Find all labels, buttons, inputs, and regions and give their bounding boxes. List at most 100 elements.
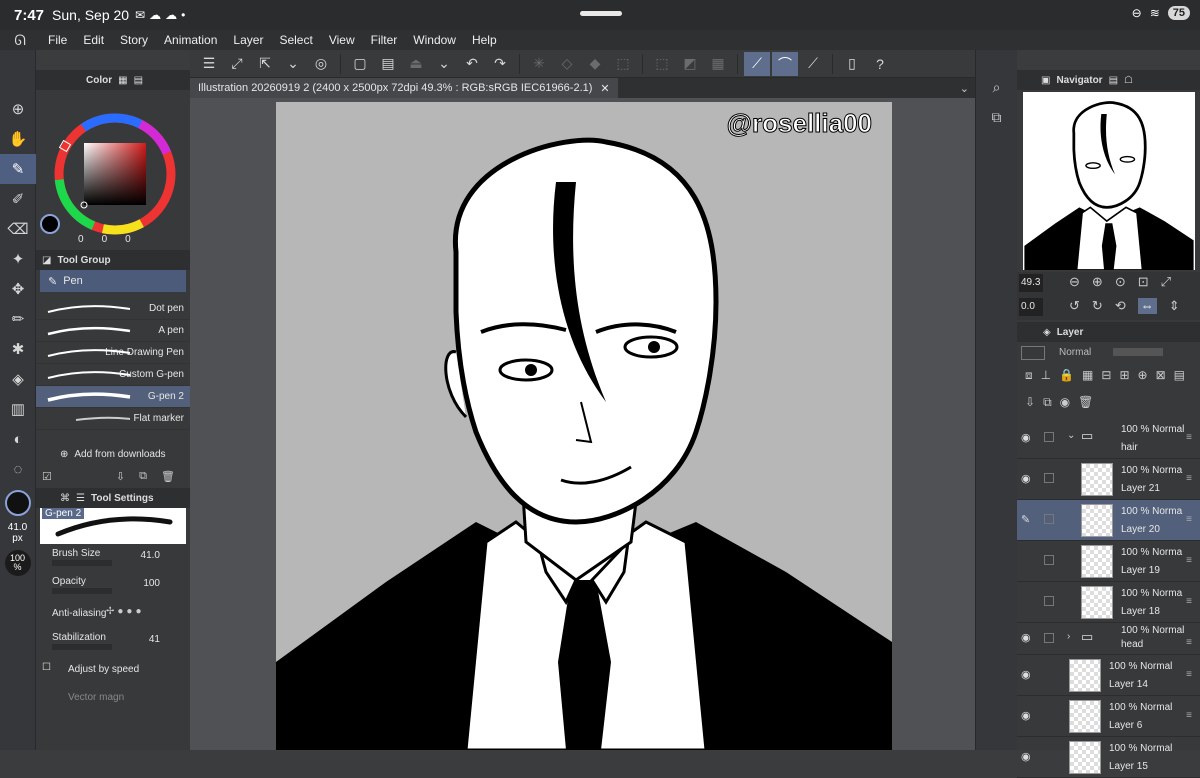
duplicate-icon[interactable]: ⧉	[139, 470, 147, 483]
layer-checkbox[interactable]	[1044, 555, 1054, 565]
layer-color-swatch[interactable]	[1021, 346, 1045, 360]
flip-vertical-icon[interactable]: ⇕	[1169, 298, 1180, 314]
hamburger-menu-icon[interactable]: ☰	[196, 52, 222, 76]
help-icon[interactable]: ?	[867, 52, 893, 76]
rotate-right-icon[interactable]: ↻	[1092, 298, 1103, 314]
layer-row-layer-15[interactable]: ◉ 100 % Normal Layer 15	[1017, 737, 1200, 778]
layer-menu-icon[interactable]: ≡	[1186, 473, 1192, 484]
current-tool-pen[interactable]: ✎ Pen	[40, 270, 186, 292]
download-icon[interactable]: ⇩	[116, 470, 125, 483]
fit-icon[interactable]: ⊙	[1115, 274, 1126, 290]
merge-icon[interactable]: ⧉	[1043, 395, 1052, 414]
fill-tool-icon[interactable]: ◈	[0, 364, 36, 394]
layer-menu-icon[interactable]: ≡	[1186, 514, 1192, 525]
link-icon[interactable]: ⌘	[60, 493, 70, 504]
layer-menu-icon[interactable]: ≡	[1186, 637, 1192, 648]
redo-icon[interactable]: ↷	[487, 52, 513, 76]
opacity-indicator[interactable]: 100%	[4, 550, 32, 576]
brush-tool-icon[interactable]: ✐	[0, 184, 36, 214]
rotation-field[interactable]: 0.0	[1019, 298, 1043, 316]
pen-tool-icon[interactable]: ✎	[0, 154, 36, 184]
gradient-tool-icon[interactable]: ▥	[0, 394, 36, 424]
layer-opacity-slider[interactable]	[1113, 348, 1163, 356]
eraser-tool-icon[interactable]: ⌫	[0, 214, 36, 244]
visibility-eye-icon[interactable]: ◉	[1021, 431, 1031, 444]
opacity-row[interactable]: Opacity 100	[36, 572, 190, 600]
mask-add-icon[interactable]: ◉	[1060, 395, 1070, 414]
ruler-icon[interactable]: ⊞	[1119, 368, 1129, 387]
layer-row-layer-14[interactable]: ◉ 100 % Normal Layer 14 ≡	[1017, 655, 1200, 696]
sub-view-tab-icon[interactable]: ▤	[1109, 75, 1118, 86]
layer-row-layer-6[interactable]: ◉ 100 % Normal Layer 6 ≡	[1017, 696, 1200, 737]
sub-tool-flat-marker[interactable]: Flat marker	[36, 408, 190, 430]
save-icon[interactable]: ⏏	[403, 52, 429, 76]
canvas-workspace[interactable]: @rosellia00	[190, 98, 975, 750]
multitask-handle[interactable]	[580, 11, 622, 16]
menu-edit[interactable]: Edit	[75, 33, 112, 47]
app-logo-icon[interactable]: ᘏ	[0, 32, 40, 49]
edit-pencil-icon[interactable]: ✎	[1021, 513, 1030, 526]
vector-magnet-row[interactable]: Vector magn	[36, 684, 190, 712]
brush-size-row[interactable]: Brush Size 41.0	[36, 544, 190, 572]
new-folder-icon[interactable]: ▤	[1174, 368, 1185, 387]
layer-menu-icon[interactable]: ≡	[1186, 669, 1192, 680]
transfer-down-icon[interactable]: ⇩	[1025, 395, 1035, 414]
menu-story[interactable]: Story	[112, 33, 156, 47]
move-tool-icon[interactable]: ✥	[0, 274, 36, 304]
sub-tool-dot-pen[interactable]: Dot pen	[36, 298, 190, 320]
visibility-eye-icon[interactable]: ◉	[1021, 631, 1031, 644]
blend-tool-icon[interactable]: ◐	[0, 424, 36, 454]
new-file-icon[interactable]: ▢	[347, 52, 373, 76]
brush-size-slider[interactable]	[52, 560, 112, 566]
visibility-eye-icon[interactable]: ◉	[1021, 709, 1031, 722]
trash-icon[interactable]: 🗑	[161, 470, 175, 483]
visibility-eye-icon[interactable]: ◉	[1021, 472, 1031, 485]
layer-row-layer-20[interactable]: ✎ 100 % Norma Layer 20 ≡	[1017, 500, 1200, 541]
sub-tool-a-pen[interactable]: A pen	[36, 320, 190, 342]
stabilization-row[interactable]: Stabilization 41	[36, 628, 190, 656]
transform-icon[interactable]: ⬚	[610, 52, 636, 76]
sub-tool-custom-g-pen[interactable]: Custom G-pen	[36, 364, 190, 386]
snap-grid-icon[interactable]: ⟋	[800, 52, 826, 76]
clear-icon[interactable]: ◇	[554, 52, 580, 76]
menu-help[interactable]: Help	[464, 33, 505, 47]
layer-row-layer-18[interactable]: 100 % Norma Layer 18 ≡	[1017, 582, 1200, 623]
layer-checkbox[interactable]	[1044, 596, 1054, 606]
snap-ruler-icon[interactable]: ⟋	[744, 51, 770, 76]
layer-checkbox[interactable]	[1044, 473, 1054, 483]
zoom-tool-icon[interactable]: ⊕	[0, 94, 36, 124]
visibility-eye-icon[interactable]: ◉	[1021, 668, 1031, 681]
history-tab-icon[interactable]: ▤	[134, 75, 143, 86]
clip-studio-icon[interactable]: ◎	[308, 52, 334, 76]
layer-row-folder-head[interactable]: ◉ › ▭ 100 % Normal head ≡	[1017, 623, 1200, 655]
navigator-preview[interactable]	[1023, 92, 1195, 270]
menu-file[interactable]: File	[40, 33, 75, 47]
layer-row-layer-19[interactable]: 100 % Norma Layer 19 ≡	[1017, 541, 1200, 582]
chevron-down-icon[interactable]: ⌄	[1067, 430, 1075, 441]
layer-checkbox[interactable]	[1044, 432, 1054, 442]
deselect-icon[interactable]: ⬚	[649, 52, 675, 76]
lock-icon[interactable]: 🔒	[1059, 368, 1074, 387]
invert-selection-icon[interactable]: ◩	[677, 52, 703, 76]
brush-size-field[interactable]: 41.0	[141, 550, 160, 561]
anti-aliasing-options[interactable]: ✢●●●	[106, 606, 145, 617]
layer-row-folder-hair[interactable]: ◉ ⌄ ▭ 100 % Normal hair ≡	[1017, 418, 1200, 459]
layer-menu-icon[interactable]: ≡	[1186, 432, 1192, 443]
close-icon[interactable]: ✕	[600, 82, 609, 95]
flip-horizontal-icon[interactable]: ⇔	[1137, 298, 1157, 314]
layer-menu-icon[interactable]: ≡	[1186, 555, 1192, 566]
anti-aliasing-row[interactable]: Anti-aliasing ✢●●●	[36, 600, 190, 628]
auto-select-tool-icon[interactable]: ✱	[0, 334, 36, 364]
zoom-out-icon[interactable]: ⊖	[1069, 274, 1080, 290]
menu-view[interactable]: View	[321, 33, 363, 47]
brush-size-indicator[interactable]: 41.0 px	[4, 522, 32, 544]
menu-animation[interactable]: Animation	[156, 33, 225, 47]
reset-rotate-icon[interactable]: ⟲	[1115, 298, 1126, 314]
hand-tool-icon[interactable]: ✋	[0, 124, 36, 154]
mask-icon[interactable]: ⊟	[1101, 368, 1111, 387]
snap-special-ruler-icon[interactable]: ⌒	[772, 51, 798, 76]
pencil-tool-icon[interactable]: ✏	[0, 304, 36, 334]
layer-menu-icon[interactable]: ≡	[1186, 596, 1192, 607]
sparkle-tool-icon[interactable]: ✦	[0, 244, 36, 274]
chevron-down-icon[interactable]: ⌄	[280, 52, 306, 76]
